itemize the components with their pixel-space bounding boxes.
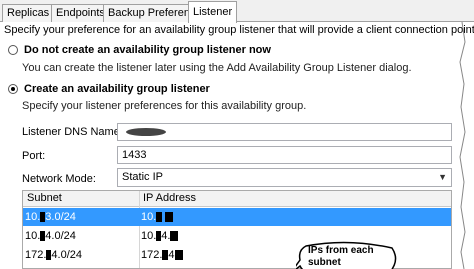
create-listener-radio[interactable]	[8, 84, 18, 94]
tab-listener[interactable]: Listener	[188, 1, 238, 23]
callout-line-2: subnet	[308, 257, 341, 268]
port-label: Port:	[22, 150, 46, 162]
ip-cell: 10.	[139, 208, 174, 226]
subnet-prefix: 172.	[25, 249, 47, 261]
network-mode-select[interactable]: Static IP ▼	[117, 168, 452, 187]
callout-line-1: IPs from each	[308, 245, 374, 256]
no-listener-option[interactable]: Do not create an availability group list…	[8, 44, 271, 56]
ip-prefix: 10.	[141, 211, 157, 223]
grid-header: Subnet IP Address	[23, 191, 451, 207]
tab-endpoints[interactable]: Endpoints	[51, 4, 110, 22]
redaction-mark	[174, 250, 183, 261]
subnet-cell: 172. 4.0/24	[23, 246, 82, 264]
listener-description: Specify your preference for an availabil…	[4, 24, 474, 36]
create-listener-label: Create an availability group listener	[24, 83, 210, 95]
no-listener-radio[interactable]	[8, 45, 18, 55]
dns-name-label: Listener DNS Name:	[22, 126, 123, 138]
create-listener-hint: Specify your listener preferences for th…	[22, 100, 307, 112]
redaction-mark	[126, 128, 166, 137]
chevron-down-icon[interactable]: ▼	[438, 169, 447, 186]
create-listener-option[interactable]: Create an availability group listener	[8, 83, 210, 95]
subnet-cell: 10. 3.0/24	[23, 208, 76, 226]
ip-prefix: 10.	[141, 230, 157, 242]
tab-bar: Replicas Endpoints Backup Preferences Li…	[0, 0, 474, 23]
ip-cell: 172. 4	[139, 246, 183, 264]
column-subnet[interactable]: Subnet	[23, 191, 62, 207]
subnet-suffix: 4.0/24	[51, 249, 83, 261]
ip-cell: 10. 4.	[139, 227, 179, 245]
subnet-prefix: 10.	[25, 230, 41, 242]
port-input[interactable]: 1433	[117, 146, 452, 164]
grid-row[interactable]: 10. 3.0/24 10.	[23, 208, 451, 226]
no-listener-hint: You can create the listener later using …	[22, 62, 412, 74]
ip-suffix: 4.	[161, 230, 171, 242]
port-value: 1433	[122, 149, 147, 161]
ip-prefix: 172.	[141, 249, 163, 261]
subnet-suffix: 3.0/24	[45, 211, 76, 223]
network-mode-label: Network Mode:	[22, 173, 96, 185]
torn-edge	[459, 22, 466, 269]
redaction-mark	[165, 212, 174, 223]
network-mode-value: Static IP	[122, 171, 163, 183]
dns-name-input[interactable]	[117, 123, 452, 141]
subnet-cell: 10. 4.0/24	[23, 227, 76, 245]
subnet-prefix: 10.	[25, 211, 41, 223]
redaction-mark	[156, 212, 163, 223]
subnet-suffix: 4.0/24	[45, 230, 76, 242]
redaction-mark	[170, 231, 179, 242]
no-listener-label: Do not create an availability group list…	[24, 44, 271, 56]
callout-text: IPs from each subnet	[308, 245, 374, 269]
tab-replicas[interactable]: Replicas	[2, 4, 55, 22]
column-ip-address[interactable]: IP Address	[139, 191, 196, 207]
